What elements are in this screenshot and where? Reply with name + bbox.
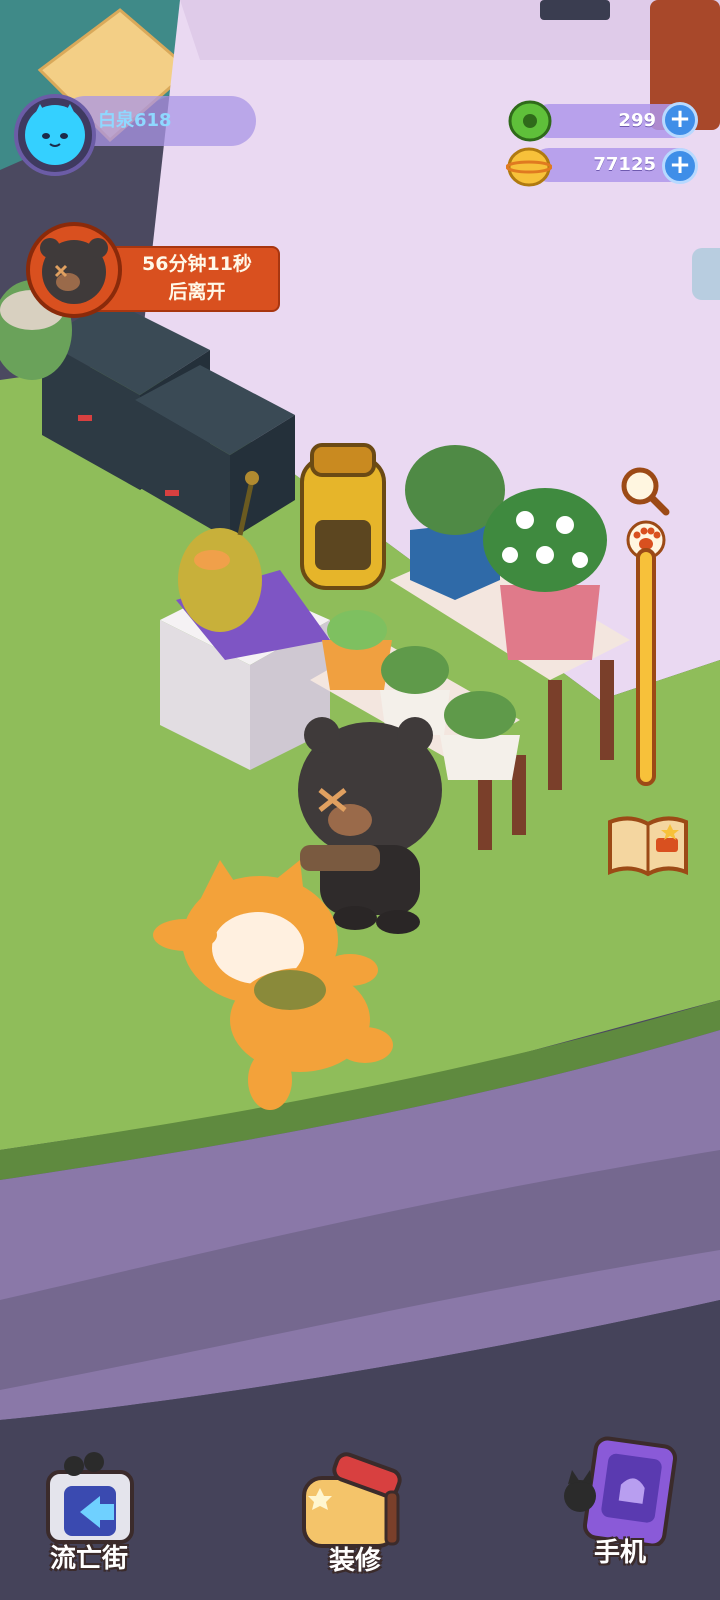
add-coin-button[interactable]: + xyxy=(662,148,698,184)
player-avatar[interactable] xyxy=(14,94,96,176)
visitor-avatar[interactable] xyxy=(26,222,122,318)
coin-currency-value: 77125 xyxy=(593,154,656,175)
zoom-slider-track[interactable] xyxy=(636,548,656,786)
visitor-timer-line1: 56分钟11秒 xyxy=(142,253,252,275)
nav-street-button[interactable]: 流亡街 xyxy=(34,1450,144,1580)
nav-decorate-button[interactable]: 装修 xyxy=(290,1452,420,1582)
nav-phone-label: 手机 xyxy=(593,1538,646,1568)
donut-currency-value: 299 xyxy=(618,110,656,131)
cat-face-icon xyxy=(25,104,85,165)
bear-face-icon xyxy=(40,238,108,304)
nav-street-label: 流亡街 xyxy=(49,1544,128,1574)
side-drawer-tab[interactable] xyxy=(692,248,720,300)
nav-decorate-label: 装修 xyxy=(328,1546,381,1576)
visitor-timer-line2: 后离开 xyxy=(168,281,226,303)
nav-phone-button[interactable]: 手机 xyxy=(560,1436,690,1586)
visitor-timer-text: 56分钟11秒 后离开 xyxy=(118,250,276,306)
phone-icon xyxy=(564,1436,678,1548)
book-icon xyxy=(608,816,688,877)
gold-coin-icon xyxy=(505,146,553,188)
player-name: 白泉618 xyxy=(98,110,172,131)
book-button[interactable] xyxy=(604,808,692,882)
add-donut-button[interactable]: + xyxy=(662,102,698,138)
green-donut-icon xyxy=(508,100,552,142)
paint-roller-icon xyxy=(302,1452,402,1548)
street-gate-icon xyxy=(46,1452,134,1544)
magnifier-icon[interactable] xyxy=(616,462,672,518)
